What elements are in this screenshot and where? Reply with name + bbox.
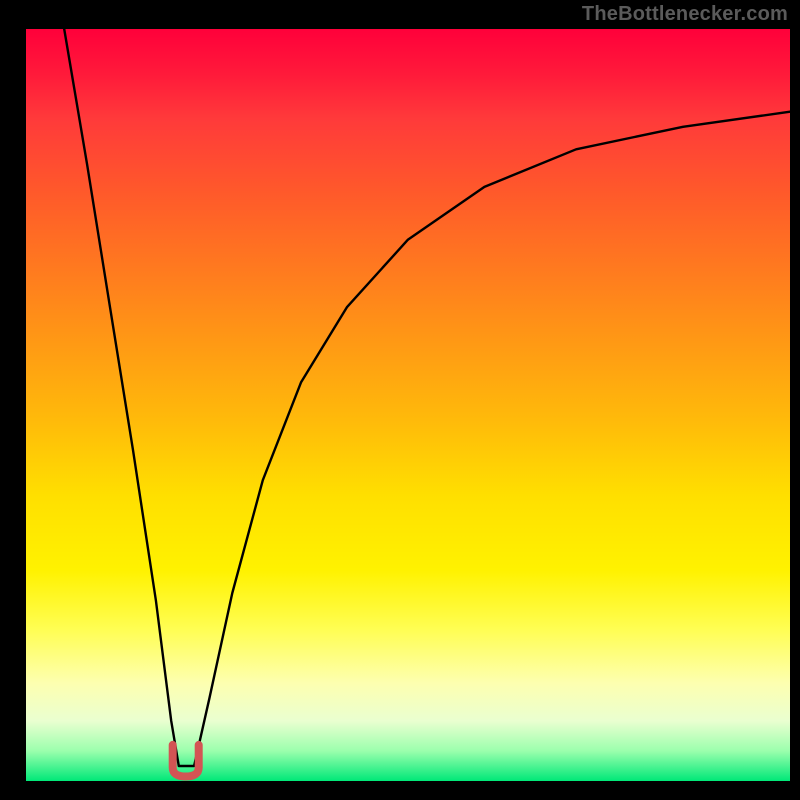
chart-frame: TheBottlenecker.com: [0, 0, 800, 800]
optimum-marker: [0, 0, 800, 800]
watermark-text: TheBottlenecker.com: [582, 3, 788, 26]
marker-path: [173, 745, 199, 777]
